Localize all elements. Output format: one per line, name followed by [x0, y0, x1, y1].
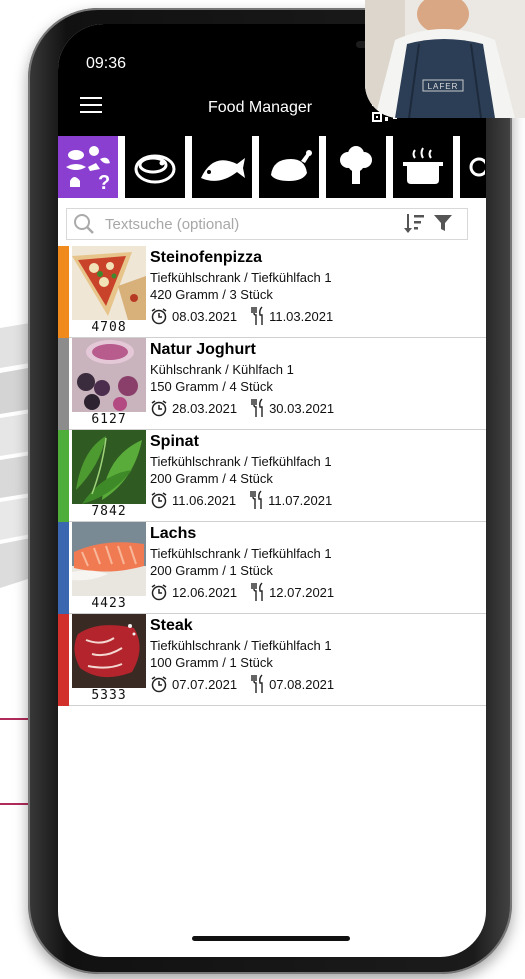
item-name: Natur Joghurt	[150, 341, 256, 358]
category-fish[interactable]	[192, 136, 252, 198]
hamburger-menu-icon[interactable]	[80, 97, 102, 115]
category-color-stripe	[58, 614, 69, 706]
item-quantity: 420 Gramm / 3 Stück	[150, 287, 273, 302]
item-best-before-date: 30.03.2021	[269, 400, 335, 416]
category-color-stripe	[58, 246, 69, 338]
cooking-pot-icon	[403, 147, 443, 184]
item-name: Steak	[150, 617, 193, 634]
page-title: Food Manager	[208, 99, 313, 116]
steak-icon	[134, 154, 176, 184]
item-quantity: 150 Gramm / 4 Stück	[150, 379, 273, 394]
list-item[interactable]: 7842 Spinat Tiefkühlschrank / Tiefkühlfa…	[58, 430, 486, 522]
fish-icon	[201, 158, 245, 181]
salmon-photo	[72, 522, 146, 596]
item-best-before-date: 07.08.2021	[269, 676, 335, 692]
food-list: 4708 Steinofenpizza Tiefkühlschrank / Ti…	[58, 246, 486, 706]
alarm-clock-icon	[151, 676, 167, 693]
item-dates: 07.07.2021 07.08.2021	[150, 674, 334, 694]
all-food-icon: ?	[66, 146, 110, 193]
cutlery-icon	[251, 674, 263, 693]
broccoli-icon	[340, 146, 372, 184]
item-stored-date: 28.03.2021	[172, 400, 238, 416]
category-meat[interactable]	[125, 136, 185, 198]
list-item[interactable]: 4708 Steinofenpizza Tiefkühlschrank / Ti…	[58, 246, 486, 338]
item-dates: 12.06.2021 12.07.2021	[150, 582, 334, 602]
item-name: Lachs	[150, 525, 197, 542]
category-soup[interactable]	[393, 136, 453, 198]
item-code: 7842	[72, 504, 146, 521]
search-input[interactable]	[103, 212, 357, 236]
yogurt-photo	[72, 338, 146, 412]
item-stored-date: 07.07.2021	[172, 676, 238, 692]
apron-logo-text: LAFER	[428, 82, 459, 91]
list-item[interactable]: 4423 Lachs Tiefkühlschrank / Tiefkühlfac…	[58, 522, 486, 614]
item-location: Tiefkühlschrank / Tiefkühlfach 1	[150, 454, 332, 469]
item-best-before-date: 11.03.2021	[269, 308, 334, 324]
status-time: 09:36	[86, 55, 127, 72]
chicken-icon	[271, 150, 312, 181]
item-best-before-date: 11.07.2021	[268, 492, 333, 508]
category-more[interactable]	[460, 136, 486, 198]
steak-photo	[72, 614, 146, 688]
partial-category-icon	[469, 157, 485, 177]
alarm-clock-icon	[151, 308, 167, 325]
item-stored-date: 08.03.2021	[172, 308, 238, 324]
alarm-clock-icon	[151, 584, 167, 601]
search-icon	[74, 214, 94, 234]
spinach-photo	[72, 430, 146, 504]
item-code: 4708	[72, 320, 146, 337]
app-screen: 09:36 Food Manager ? Textsuche (optional…	[58, 24, 486, 957]
category-poultry[interactable]	[259, 136, 319, 198]
item-location: Tiefkühlschrank / Tiefkühlfach 1	[150, 546, 332, 561]
alarm-clock-icon	[151, 492, 167, 509]
item-quantity: 200 Gramm / 1 Stück	[150, 563, 273, 578]
chef-photo: LAFER	[365, 0, 525, 118]
svg-text:?: ?	[98, 172, 110, 193]
list-item[interactable]: 5333 Steak Tiefkühlschrank / Tiefkühlfac…	[58, 614, 486, 706]
cutlery-icon	[251, 306, 263, 325]
item-name: Steinofenpizza	[150, 249, 263, 266]
item-location: Tiefkühlschrank / Tiefkühlfach 1	[150, 638, 332, 653]
cutlery-icon	[250, 490, 262, 509]
item-dates: 11.06.2021 11.07.2021	[150, 490, 332, 510]
item-location: Tiefkühlschrank / Tiefkühlfach 1	[150, 270, 332, 285]
item-stored-date: 11.06.2021	[172, 492, 237, 508]
cutlery-icon	[251, 582, 263, 601]
search-bar	[66, 208, 468, 240]
category-bar: ?	[58, 136, 486, 202]
filter-icon[interactable]	[433, 213, 453, 233]
list-item[interactable]: 6127 Natur Joghurt Kühlschrank / Kühlfac…	[58, 338, 486, 430]
item-code: 5333	[72, 688, 146, 705]
item-quantity: 100 Gramm / 1 Stück	[150, 655, 273, 670]
category-color-stripe	[58, 522, 69, 614]
item-stored-date: 12.06.2021	[172, 584, 238, 600]
category-all[interactable]: ?	[58, 136, 118, 198]
home-indicator[interactable]	[192, 936, 350, 941]
category-color-stripe	[58, 338, 69, 430]
item-best-before-date: 12.07.2021	[269, 584, 335, 600]
item-code: 6127	[72, 412, 146, 429]
notch	[176, 24, 446, 56]
item-dates: 08.03.2021 11.03.2021	[150, 306, 333, 326]
sort-icon[interactable]	[403, 212, 427, 236]
category-color-stripe	[58, 430, 69, 522]
pizza-photo	[72, 246, 146, 320]
alarm-clock-icon	[151, 400, 167, 417]
item-dates: 28.03.2021 30.03.2021	[150, 398, 334, 418]
item-code: 4423	[72, 596, 146, 613]
item-name: Spinat	[150, 433, 199, 450]
cutlery-icon	[251, 398, 263, 417]
item-quantity: 200 Gramm / 4 Stück	[150, 471, 273, 486]
category-vegetables[interactable]	[326, 136, 386, 198]
item-location: Kühlschrank / Kühlfach 1	[150, 362, 294, 377]
